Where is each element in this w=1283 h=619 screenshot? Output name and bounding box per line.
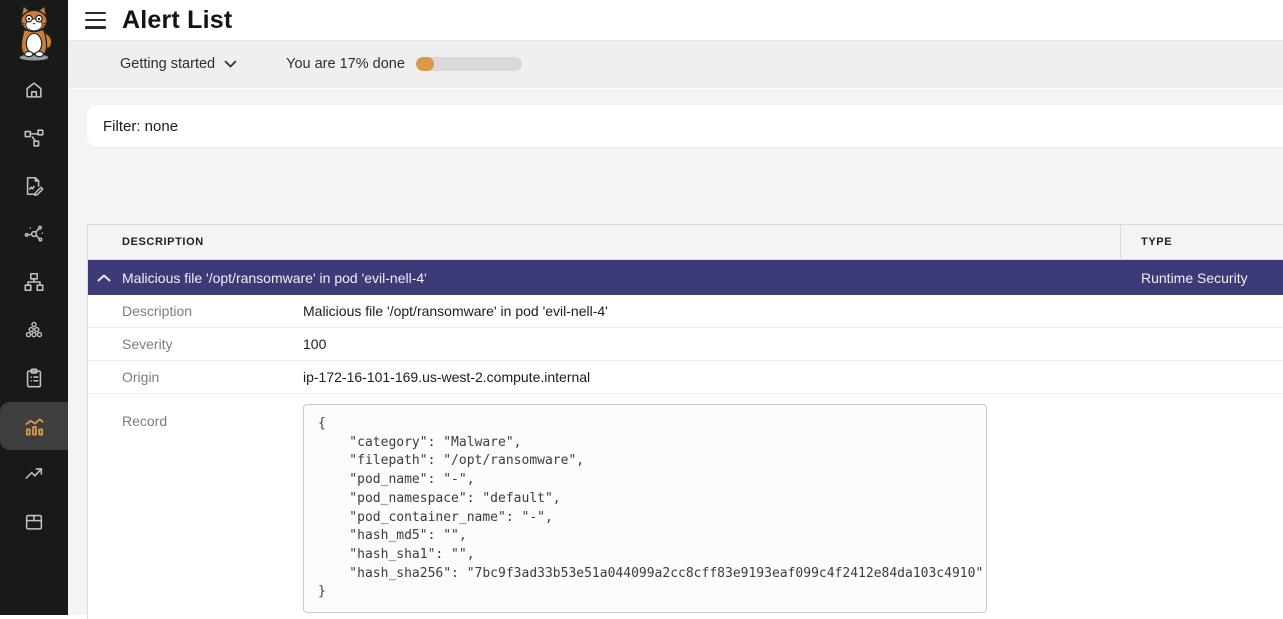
detail-row-origin: Origin ip-172-16-101-169.us-west-2.compu… [88,361,1283,394]
cluster-nodes-icon [23,319,45,341]
progress-bar [416,57,522,71]
detail-value: 100 [303,336,326,352]
column-header-description[interactable]: DESCRIPTION [88,225,1120,259]
detail-row-severity: Severity 100 [88,328,1283,361]
detail-value: Malicious file '/opt/ransomware' in pod … [303,303,608,319]
detail-row-record: Record { "category": "Malware", "filepat… [88,394,1283,619]
network-graph-icon [23,223,45,245]
sidebar-item-reports[interactable] [0,162,68,210]
alert-details-panel: Description Malicious file '/opt/ransomw… [88,295,1283,619]
top-bar: Alert List [68,0,1283,40]
chevron-up-icon[interactable] [97,274,111,282]
sidebar-item-infrastructure[interactable] [0,258,68,306]
sidebar-item-inventory[interactable] [0,498,68,546]
getting-started-dropdown[interactable]: Getting started [120,56,237,72]
detail-label: Record [88,394,303,429]
cat-mascot-logo [11,4,57,62]
detail-label: Origin [88,369,303,385]
alert-table: DESCRIPTION TYPE Malicious file '/opt/ra… [87,224,1283,619]
filter-bar[interactable]: Filter: none [87,105,1283,147]
alert-description: Malicious file '/opt/ransomware' in pod … [122,270,427,286]
chevron-down-icon [224,60,237,68]
sidebar-item-compliance[interactable] [0,354,68,402]
progress-text: You are 17% done [286,56,405,72]
record-json-block: { "category": "Malware", "filepath": "/o… [303,404,987,613]
document-edit-icon [23,175,45,197]
alert-description-cell: Malicious file '/opt/ransomware' in pod … [88,270,1120,286]
page-title: Alert List [122,6,232,35]
progress-fill [416,57,434,71]
sidebar-item-trends[interactable] [0,450,68,498]
getting-started-label: Getting started [120,56,215,72]
topology-icon [23,127,45,149]
sidebar-item-connections[interactable] [0,210,68,258]
sidebar-item-alerts[interactable] [0,402,68,450]
detail-label: Severity [88,336,303,352]
sidebar-item-topology[interactable] [0,114,68,162]
detail-value: { "category": "Malware", "filepath": "/o… [303,394,987,619]
main-area: Alert List Getting started You are 17% d… [68,0,1283,615]
content-area: Filter: none DESCRIPTION TYPE Malicious … [68,89,1283,615]
home-icon [23,79,45,101]
detail-row-description: Description Malicious file '/opt/ransomw… [88,295,1283,328]
detail-value: ip-172-16-101-169.us-west-2.compute.inte… [303,369,590,385]
sidebar-item-clusters[interactable] [0,306,68,354]
sidebar [0,0,68,615]
filter-label: Filter: none [103,118,178,135]
column-header-type[interactable]: TYPE [1120,225,1283,259]
alert-type: Runtime Security [1120,270,1283,286]
menu-toggle-button[interactable] [85,12,106,29]
table-header-row: DESCRIPTION TYPE [88,224,1283,260]
alert-row-expanded[interactable]: Malicious file '/opt/ransomware' in pod … [88,260,1283,295]
sidebar-nav [0,66,68,546]
sitemap-icon [23,271,45,293]
bar-chart-icon [23,415,46,438]
detail-label: Description [88,303,303,319]
app-logo[interactable] [0,0,68,66]
getting-started-bar: Getting started You are 17% done [68,40,1283,88]
clipboard-icon [23,367,45,389]
package-box-icon [23,511,45,533]
sidebar-item-home[interactable] [0,66,68,114]
trend-up-icon [23,463,45,485]
